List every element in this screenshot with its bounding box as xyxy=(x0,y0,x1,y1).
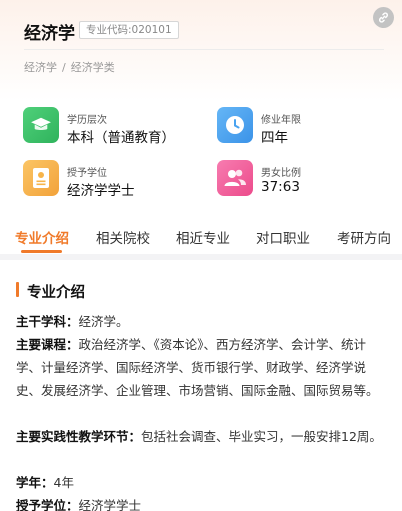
para-duration: 学年：4年 xyxy=(16,471,390,494)
tab-similar-majors[interactable]: 相近专业 xyxy=(176,227,230,247)
breadcrumb-item[interactable]: 经济学类 xyxy=(71,61,115,74)
para-label: 学年： xyxy=(16,475,54,490)
active-tab-indicator xyxy=(21,250,62,253)
info-value-duration: 四年 xyxy=(261,130,288,146)
para-main-courses: 主要课程：政治经济学、《资本论》、西方经济学、会计学、统计学、计量经济学、国际经… xyxy=(16,333,390,402)
para-practice: 主要实践性教学环节：包括社会调查、毕业实习，一般安排12周。 xyxy=(16,425,390,448)
para-label: 主要实践性教学环节： xyxy=(16,429,142,444)
share-button[interactable] xyxy=(373,7,394,28)
breadcrumb: 经济学 / 经济学类 xyxy=(24,59,115,75)
para-text: 包括社会调查、毕业实习，一般安排12周。 xyxy=(141,429,382,444)
people-icon xyxy=(217,160,253,196)
tab-bar: 专业介绍 相关院校 相近专业 对口职业 考研方向 xyxy=(0,210,402,254)
tab-related-schools[interactable]: 相关院校 xyxy=(96,227,150,247)
major-header-card: 经济学 专业代码:020101 经济学 / 经济学类 学历层次 本科（普通教育） 修… xyxy=(0,0,402,210)
para-label: 主干学科： xyxy=(16,314,79,329)
breadcrumb-item[interactable]: 经济学 xyxy=(24,61,57,74)
section-accent-bar xyxy=(16,282,19,297)
info-value-gender-ratio: 37:63 xyxy=(261,179,300,195)
para-degree: 授予学位：经济学学士 xyxy=(16,494,390,511)
info-label-degree-level: 学历层次 xyxy=(67,115,107,126)
info-label-duration: 修业年限 xyxy=(261,115,301,126)
section-title: 专业介绍 xyxy=(27,285,85,301)
breadcrumb-separator: / xyxy=(62,61,66,74)
graduation-cap-icon xyxy=(23,107,59,143)
tab-related-jobs[interactable]: 对口职业 xyxy=(256,227,310,247)
tab-major-intro[interactable]: 专业介绍 xyxy=(15,227,69,247)
para-main-discipline: 主干学科：经济学。 xyxy=(16,310,390,333)
major-code-badge: 专业代码:020101 xyxy=(79,21,179,39)
para-label: 授予学位： xyxy=(16,498,79,511)
para-text: 4年 xyxy=(53,475,74,490)
info-label-gender-ratio: 男女比例 xyxy=(261,168,301,179)
para-text: 经济学。 xyxy=(78,314,129,329)
certificate-icon xyxy=(23,160,59,196)
intro-section: 专业介绍 主干学科：经济学。 主要课程：政治经济学、《资本论》、西方经济学、会计… xyxy=(0,260,402,511)
link-icon xyxy=(379,12,388,23)
info-value-degree: 经济学学士 xyxy=(67,183,135,199)
major-title: 经济学 xyxy=(24,24,75,44)
para-text: 经济学学士 xyxy=(78,498,142,511)
info-value-degree-level: 本科（普通教育） xyxy=(67,130,175,146)
header-divider xyxy=(24,49,384,50)
para-label: 主要课程： xyxy=(16,337,79,352)
tab-postgrad-directions[interactable]: 考研方向 xyxy=(337,227,391,247)
clock-icon xyxy=(217,107,253,143)
info-label-degree: 授予学位 xyxy=(67,168,107,179)
